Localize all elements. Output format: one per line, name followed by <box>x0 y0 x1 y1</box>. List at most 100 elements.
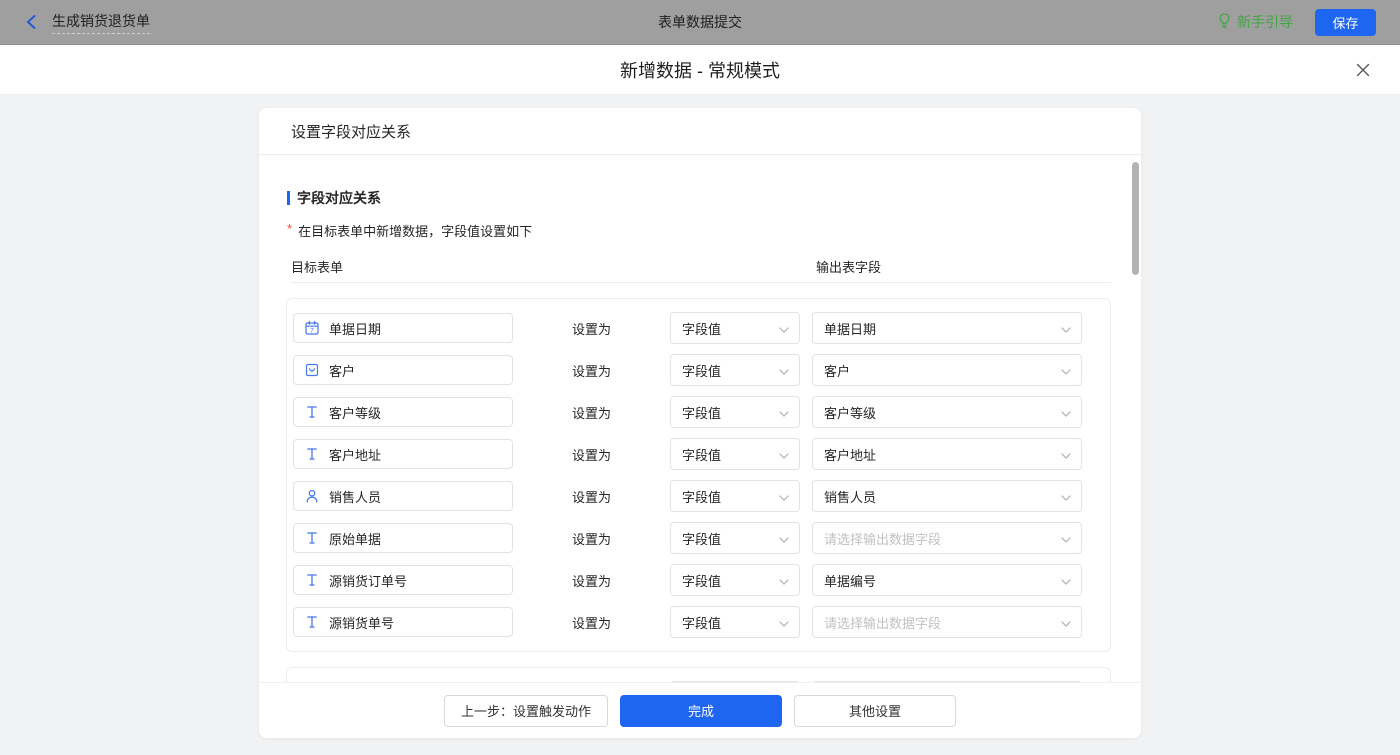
scrollbar-thumb[interactable] <box>1132 162 1139 275</box>
target-field-label: 源销货单号 <box>329 615 395 631</box>
value-type-select[interactable]: 字段值 <box>670 438 800 470</box>
column-target-form: 目标表单 <box>291 260 344 275</box>
card-title: 设置字段对应关系 <box>259 108 1141 155</box>
other-settings-button[interactable]: 其他设置 <box>794 694 956 727</box>
value-type-select[interactable]: 字段值 <box>670 564 800 596</box>
set-as-label: 设置为 <box>571 615 611 631</box>
field-mapping-row: 客户地址 设置为 字段值 客户地址 <box>287 433 1110 475</box>
beginner-guide-link[interactable]: 新手引导 <box>1217 12 1293 32</box>
chevron-down-icon <box>779 321 789 336</box>
text-icon <box>304 404 320 420</box>
svg-text:7: 7 <box>310 327 314 334</box>
field-mapping-row: 客户等级 设置为 字段值 客户等级 <box>287 391 1110 433</box>
set-as-label: 设置为 <box>571 573 611 589</box>
value-type-select[interactable]: 字段值 <box>670 396 800 428</box>
target-field-box: 源销货单号 <box>293 607 513 637</box>
target-field-box: 7 单据日期 <box>293 313 513 343</box>
target-field-label: 客户 <box>329 363 356 379</box>
target-field-label: 源销货订单号 <box>329 573 408 589</box>
value-type-select[interactable]: 字段值 <box>670 606 800 638</box>
lightbulb-icon <box>1217 12 1232 32</box>
set-as-label: 设置为 <box>571 363 611 379</box>
done-button[interactable]: 完成 <box>620 694 782 727</box>
back-icon[interactable] <box>24 14 40 30</box>
value-type-value: 字段值 <box>682 615 722 631</box>
target-field-label: 销售人员 <box>329 489 382 505</box>
output-field-select[interactable]: 单据日期 <box>812 312 1082 344</box>
chevron-down-icon <box>1061 405 1071 420</box>
user-icon <box>304 488 320 504</box>
value-type-value: 字段值 <box>682 447 722 463</box>
target-field-label: 单据日期 <box>329 321 382 337</box>
close-icon[interactable] <box>1351 58 1375 82</box>
output-field-value: 请选择输出数据字段 <box>824 531 942 547</box>
chevron-down-icon <box>1061 489 1071 504</box>
output-field-select[interactable]: 客户地址 <box>812 438 1082 470</box>
back-label[interactable]: 生成销货退货单 <box>52 11 150 34</box>
text-icon <box>304 446 320 462</box>
field-mapping-group: 7 单据日期 设置为 字段值 单据日期 客户 设置为 字段值 客户 客户等级 设置为 字段值 客户等级客… <box>286 298 1111 652</box>
modal-body: 设置字段对应关系 字段对应关系 * 在目标表单中新增数据，字段值设置如下 目标表… <box>0 108 1400 755</box>
field-mapping-group: 退货明细.商品条形码设置为字段值销货明细.商品条形码 <box>286 667 1111 682</box>
text-icon <box>304 572 320 588</box>
field-mapping-row: 7 单据日期 设置为 字段值 单据日期 <box>287 307 1110 349</box>
output-field-select[interactable]: 请选择输出数据字段 <box>812 606 1082 638</box>
target-field-box: 客户地址 <box>293 439 513 469</box>
modal-header: 新增数据 - 常规模式 <box>0 45 1400 95</box>
target-field-label: 客户地址 <box>329 447 382 463</box>
chevron-down-icon <box>779 573 789 588</box>
target-field-label: 客户等级 <box>329 405 382 421</box>
field-mapping-row: 源销货单号 设置为 字段值 请选择输出数据字段 <box>287 601 1110 643</box>
required-asterisk: * <box>287 221 293 236</box>
target-field-box: 原始单据 <box>293 523 513 553</box>
output-field-select[interactable]: 客户等级 <box>812 396 1082 428</box>
value-type-value: 字段值 <box>682 363 722 379</box>
chevron-down-icon <box>779 363 789 378</box>
output-field-value: 销售人员 <box>824 489 877 505</box>
chevron-down-icon <box>779 405 789 420</box>
set-as-label: 设置为 <box>571 447 611 463</box>
value-type-select[interactable]: 字段值 <box>670 354 800 386</box>
value-type-value: 字段值 <box>682 405 722 421</box>
topbar-title: 表单数据提交 <box>658 14 742 30</box>
card-footer: 上一步：设置触发动作 完成 其他设置 <box>259 682 1141 738</box>
chevron-down-icon <box>1061 363 1071 378</box>
output-field-select[interactable]: 客户 <box>812 354 1082 386</box>
output-field-value: 客户 <box>824 363 851 379</box>
output-field-value: 客户等级 <box>824 405 877 421</box>
value-type-select[interactable]: 字段值 <box>670 480 800 512</box>
section-title: 字段对应关系 <box>297 190 381 206</box>
value-type-select[interactable]: 字段值 <box>670 522 800 554</box>
output-field-value: 单据日期 <box>824 321 877 337</box>
chevron-down-icon <box>1061 615 1071 630</box>
chevron-down-icon <box>779 531 789 546</box>
target-field-box: 销售人员 <box>293 481 513 511</box>
section-note: 在目标表单中新增数据，字段值设置如下 <box>298 224 533 239</box>
calendar-icon: 7 <box>304 320 320 336</box>
chevron-down-icon <box>779 615 789 630</box>
value-type-value: 字段值 <box>682 321 722 337</box>
text-icon <box>304 530 320 546</box>
select-icon <box>304 362 320 378</box>
set-as-label: 设置为 <box>571 531 611 547</box>
output-field-select[interactable]: 单据编号 <box>812 564 1082 596</box>
value-type-select[interactable]: 字段值 <box>670 312 800 344</box>
output-field-value: 单据编号 <box>824 573 877 589</box>
value-type-value: 字段值 <box>682 489 722 505</box>
previous-step-button[interactable]: 上一步：设置触发动作 <box>443 694 608 727</box>
chevron-down-icon <box>1061 531 1071 546</box>
output-field-select[interactable]: 销售人员 <box>812 480 1082 512</box>
field-mapping-groups: 7 单据日期 设置为 字段值 单据日期 客户 设置为 字段值 客户 客户等级 设置为 字段值 客户等级客… <box>286 298 1111 682</box>
target-field-box: 客户等级 <box>293 397 513 427</box>
target-field-box: 客户 <box>293 355 513 385</box>
section-marker <box>287 191 290 205</box>
set-as-label: 设置为 <box>571 321 611 337</box>
value-type-value: 字段值 <box>682 531 722 547</box>
output-field-select[interactable]: 请选择输出数据字段 <box>812 522 1082 554</box>
field-mapping-row: 客户 设置为 字段值 客户 <box>287 349 1110 391</box>
field-mapping-row: 源销货订单号 设置为 字段值 单据编号 <box>287 559 1110 601</box>
save-button[interactable]: 保存 <box>1315 8 1376 36</box>
column-divider <box>291 282 1111 283</box>
chevron-down-icon <box>1061 447 1071 462</box>
target-field-box: 源销货订单号 <box>293 565 513 595</box>
